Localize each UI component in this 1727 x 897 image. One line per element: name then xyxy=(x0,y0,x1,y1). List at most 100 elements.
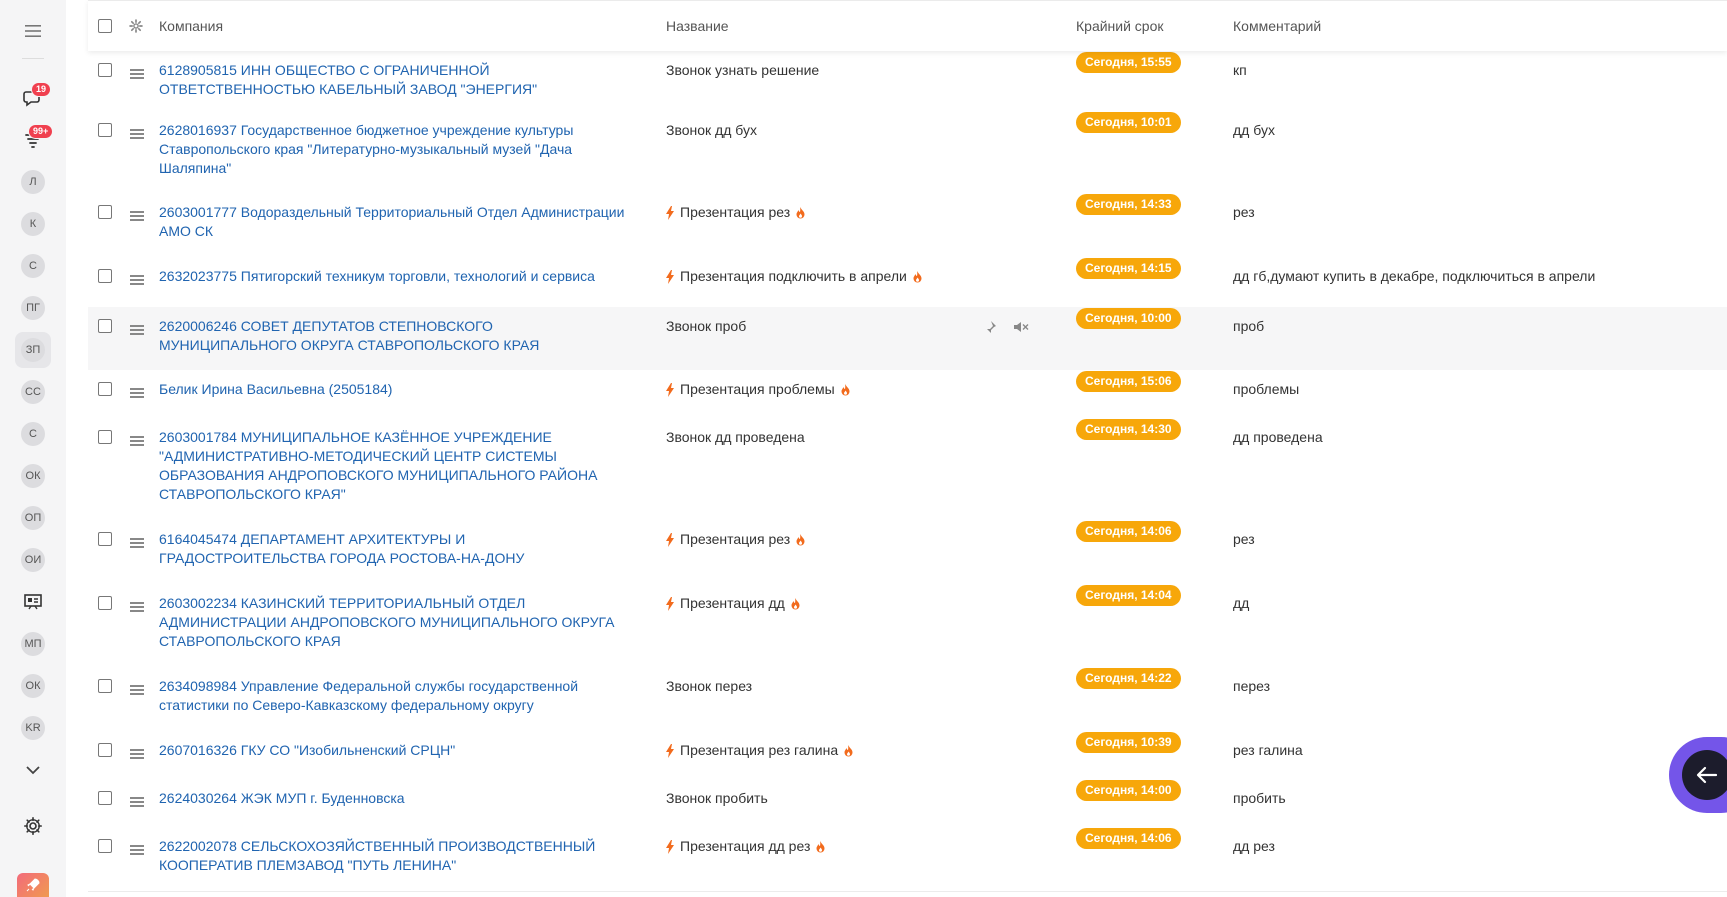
drag-handle-icon[interactable] xyxy=(130,436,144,449)
drag-handle-icon[interactable] xyxy=(130,69,144,82)
sidebar-user-item[interactable]: ок xyxy=(0,674,66,698)
company-link[interactable]: Белик Ирина Васильевна (2505184) xyxy=(159,380,629,399)
drag-handle-icon[interactable] xyxy=(130,211,144,224)
drag-handle-icon[interactable] xyxy=(130,749,144,762)
table-row[interactable]: 2634098984 Управление Федеральной службы… xyxy=(88,667,1727,732)
company-link[interactable]: 2620006246 СОВЕТ ДЕПУТАТОВ СТЕПНОВСКОГО … xyxy=(159,317,629,355)
row-checkbox[interactable] xyxy=(98,791,112,805)
drag-handle-icon[interactable] xyxy=(130,685,144,698)
gear-icon[interactable] xyxy=(129,19,143,33)
sidebar-user-item[interactable]: сс xyxy=(0,380,66,404)
table-row[interactable]: 6128905815 ИНН ОБЩЕСТВО С ОГРАНИЧЕННОЙ О… xyxy=(88,51,1727,112)
deadline-badge: Сегодня, 14:15 xyxy=(1076,258,1181,279)
task-title[interactable]: Звонок дд бух xyxy=(666,121,757,140)
task-title[interactable]: Презентация рез галина xyxy=(666,741,853,760)
task-title[interactable]: Звонок узнать решение xyxy=(666,61,819,80)
drag-handle-icon[interactable] xyxy=(130,325,144,338)
row-checkbox[interactable] xyxy=(98,839,112,853)
back-button[interactable] xyxy=(1682,750,1727,800)
settings-button[interactable] xyxy=(0,815,66,837)
row-checkbox[interactable] xyxy=(98,205,112,219)
sidebar-user-item[interactable]: л xyxy=(0,170,66,194)
table-row[interactable]: 2603001777 Водораздельный Территориальны… xyxy=(88,193,1727,258)
feed-button[interactable]: 99+ xyxy=(0,124,66,152)
sidebar-user-item[interactable]: мп xyxy=(0,632,66,656)
table-row[interactable]: 2620006246 СОВЕТ ДЕПУТАТОВ СТЕПНОВСКОГО … xyxy=(88,307,1727,371)
task-title[interactable]: Презентация подключить в апрели xyxy=(666,267,922,286)
column-header-deadline[interactable]: Крайний срок xyxy=(1076,18,1164,34)
column-header-comment[interactable]: Комментарий xyxy=(1233,18,1321,34)
sidebar-user-item[interactable] xyxy=(0,590,66,614)
avatar: ок xyxy=(21,464,45,488)
table-row[interactable]: 2628016937 Государственное бюджетное учр… xyxy=(88,111,1727,194)
drag-handle-icon[interactable] xyxy=(130,797,144,810)
table-row[interactable]: 6164045474 ДЕПАРТАМЕНТ АРХИТЕКТУРЫ И ГРА… xyxy=(88,520,1727,585)
row-checkbox[interactable] xyxy=(98,679,112,693)
drag-handle-icon[interactable] xyxy=(130,388,144,401)
company-link[interactable]: 2603001784 МУНИЦИПАЛЬНОЕ КАЗЁННОЕ УЧРЕЖД… xyxy=(159,428,629,504)
company-link[interactable]: 6128905815 ИНН ОБЩЕСТВО С ОГРАНИЧЕННОЙ О… xyxy=(159,61,629,99)
table-row[interactable]: 2603001784 МУНИЦИПАЛЬНОЕ КАЗЁННОЕ УЧРЕЖД… xyxy=(88,418,1727,521)
menu-toggle-button[interactable] xyxy=(0,19,66,43)
row-checkbox[interactable] xyxy=(98,382,112,396)
task-title[interactable]: Презентация дд рез xyxy=(666,837,825,856)
table-row[interactable]: 2622002078 СЕЛЬСКОХОЗЯЙСТВЕННЫЙ ПРОИЗВОД… xyxy=(88,827,1727,892)
table-row[interactable]: Белик Ирина Васильевна (2505184) Презента… xyxy=(88,370,1727,419)
select-all-checkbox[interactable] xyxy=(98,19,112,33)
sidebar-user-item[interactable]: к xyxy=(0,212,66,236)
task-title[interactable]: Презентация рез xyxy=(666,530,805,549)
rocket-button[interactable] xyxy=(17,873,49,897)
row-checkbox[interactable] xyxy=(98,63,112,77)
expand-more-button[interactable] xyxy=(0,760,66,780)
company-link[interactable]: 2628016937 Государственное бюджетное учр… xyxy=(159,121,629,178)
avatar: к xyxy=(21,212,45,236)
company-link[interactable]: 6164045474 ДЕПАРТАМЕНТ АРХИТЕКТУРЫ И ГРА… xyxy=(159,530,629,568)
company-link[interactable]: 2607016326 ГКУ СО "Изобильненский СРЦН" xyxy=(159,741,629,760)
feed-badge: 99+ xyxy=(28,124,54,139)
table-row[interactable]: 2632023775 Пятигорский техникум торговли… xyxy=(88,257,1727,308)
sidebar-user-item[interactable]: зп xyxy=(0,338,66,362)
sidebar-user-item[interactable]: с xyxy=(0,254,66,278)
row-checkbox[interactable] xyxy=(98,123,112,137)
company-link[interactable]: 2603002234 КАЗИНСКИЙ ТЕРРИТОРИАЛЬНЫЙ ОТД… xyxy=(159,594,629,651)
column-header-company[interactable]: Компания xyxy=(159,18,223,34)
pin-icon[interactable] xyxy=(983,320,997,334)
sidebar-user-item[interactable]: оп xyxy=(0,506,66,530)
drag-handle-icon[interactable] xyxy=(130,538,144,551)
task-title[interactable]: Звонок перез xyxy=(666,677,752,696)
company-link[interactable]: 2634098984 Управление Федеральной службы… xyxy=(159,677,629,715)
table-row[interactable]: 2624030264 ЖЭК МУП г. Буденновска Звонок … xyxy=(88,779,1727,828)
task-title[interactable]: Презентация рез xyxy=(666,203,805,222)
drag-handle-icon[interactable] xyxy=(130,129,144,142)
drag-handle-icon[interactable] xyxy=(130,602,144,615)
company-link[interactable]: 2624030264 ЖЭК МУП г. Буденновска xyxy=(159,789,629,808)
row-checkbox[interactable] xyxy=(98,532,112,546)
company-link[interactable]: 2622002078 СЕЛЬСКОХОЗЯЙСТВЕННЫЙ ПРОИЗВОД… xyxy=(159,837,629,875)
chats-button[interactable]: 19 xyxy=(0,82,66,110)
sidebar-user-item[interactable]: ок xyxy=(0,464,66,488)
row-checkbox[interactable] xyxy=(98,269,112,283)
table-row[interactable]: 2607016326 ГКУ СО "Изобильненский СРЦН" П… xyxy=(88,731,1727,780)
task-title[interactable]: Звонок дд проведена xyxy=(666,428,805,447)
task-title[interactable]: Презентация дд xyxy=(666,594,800,613)
company-link[interactable]: 2632023775 Пятигорский техникум торговли… xyxy=(159,267,629,286)
avatar: kr xyxy=(21,716,45,740)
table-row[interactable]: 2603002234 КАЗИНСКИЙ ТЕРРИТОРИАЛЬНЫЙ ОТД… xyxy=(88,584,1727,668)
sidebar-user-item[interactable]: ои xyxy=(0,548,66,572)
sidebar-user-item[interactable]: kr xyxy=(0,716,66,740)
company-link[interactable]: 2603001777 Водораздельный Территориальны… xyxy=(159,203,629,241)
sidebar-user-item[interactable]: с xyxy=(0,422,66,446)
column-header-title[interactable]: Название xyxy=(666,18,729,34)
row-checkbox[interactable] xyxy=(98,319,112,333)
drag-handle-icon[interactable] xyxy=(130,845,144,858)
drag-handle-icon[interactable] xyxy=(130,275,144,288)
task-title[interactable]: Звонок пробить xyxy=(666,789,768,808)
row-checkbox[interactable] xyxy=(98,596,112,610)
task-title[interactable]: Звонок проб xyxy=(666,317,746,336)
row-checkbox[interactable] xyxy=(98,743,112,757)
task-title[interactable]: Презентация проблемы xyxy=(666,380,850,399)
sidebar-user-item[interactable]: пг xyxy=(0,296,66,320)
row-checkbox[interactable] xyxy=(98,430,112,444)
comment-text: дд рез xyxy=(1233,838,1275,854)
mute-icon[interactable] xyxy=(1013,320,1029,334)
